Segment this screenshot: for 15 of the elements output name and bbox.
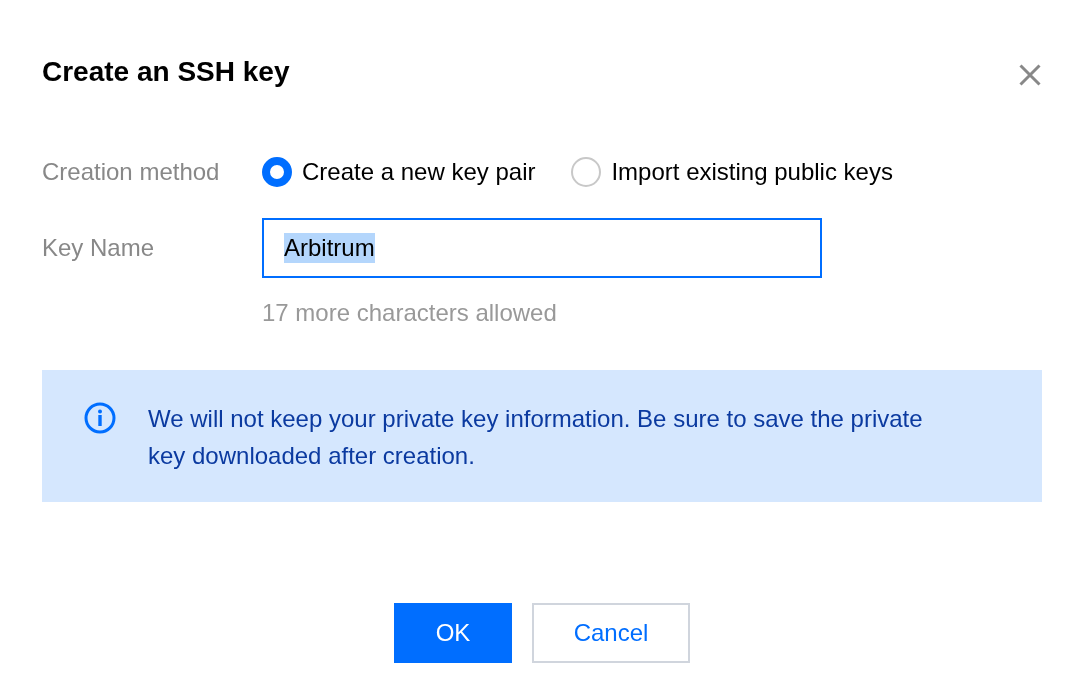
ok-button[interactable]: OK bbox=[394, 603, 512, 663]
info-text: We will not keep your private key information. Be sure to save the private key downloaded after creation. bbox=[148, 404, 924, 471]
radio-button[interactable] bbox=[571, 157, 602, 187]
close-icon[interactable] bbox=[1019, 64, 1041, 86]
field-label: Key Name bbox=[42, 233, 156, 263]
key-name-field[interactable]: Arbitrum bbox=[262, 218, 822, 278]
dialog-title: Create an SSH key bbox=[42, 55, 290, 89]
radio-label[interactable]: Create a new key pair bbox=[302, 152, 536, 192]
radio-button[interactable] bbox=[262, 157, 292, 187]
hint-text: 17 more characters allowed bbox=[262, 298, 558, 328]
selected-text: Arbitrum bbox=[284, 233, 375, 263]
field-label: Creation method bbox=[42, 157, 221, 187]
radio-label[interactable]: Import existing public keys bbox=[611, 152, 893, 192]
info-icon bbox=[84, 402, 116, 434]
cancel-button[interactable]: Cancel bbox=[532, 603, 690, 663]
